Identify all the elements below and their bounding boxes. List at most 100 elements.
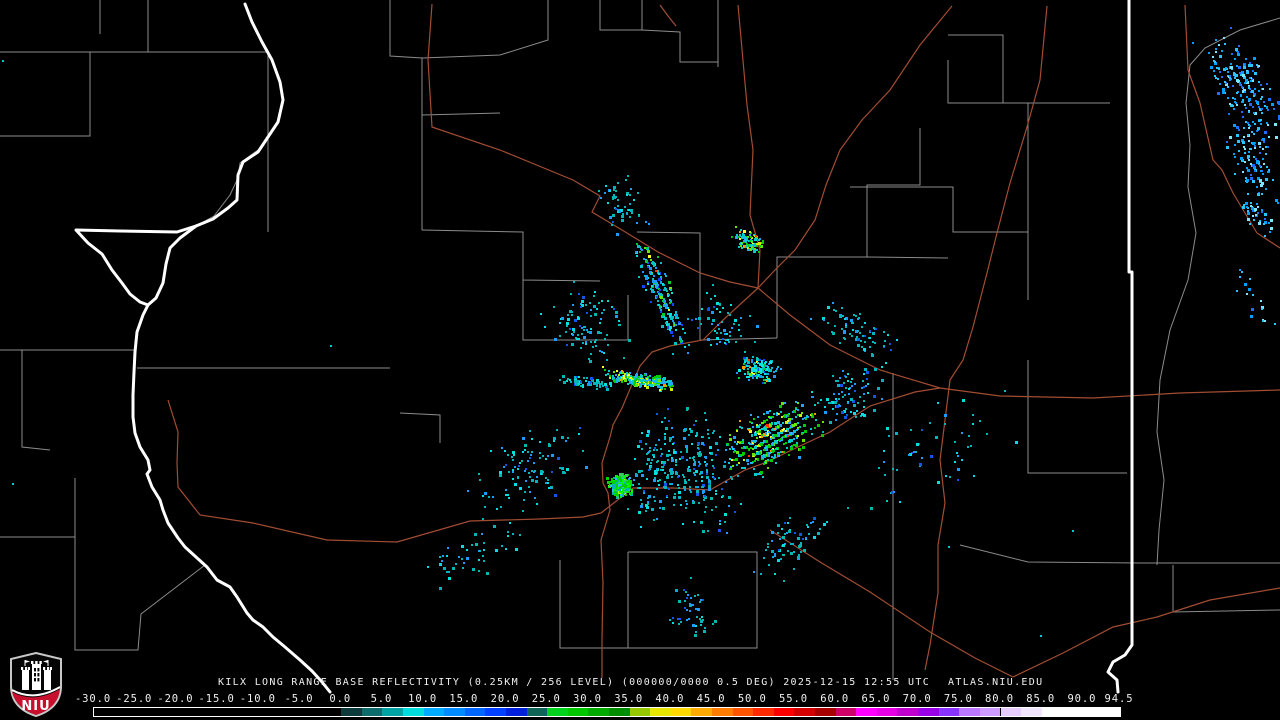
colorbar-segment [815, 708, 836, 716]
echo-cluster [606, 473, 633, 499]
colorbar-label: -25.0 [116, 693, 153, 705]
colorbar-segment [629, 708, 651, 716]
echo-cluster [656, 407, 742, 534]
county-boundary [421, 229, 601, 282]
highway-line [659, 4, 677, 27]
colorbar-segment [547, 708, 568, 716]
colorbar-segment [835, 708, 857, 716]
highway-line [769, 529, 1014, 678]
colorbar-segment [753, 708, 774, 716]
colorbar-label: -30.0 [74, 693, 112, 705]
colorbar-segment [732, 708, 754, 716]
county-boundary [90, 0, 149, 53]
colorbar-segment [361, 708, 383, 716]
colorbar-label: 80.0 [985, 693, 1014, 705]
colorbar-segment [1000, 708, 1022, 716]
echo-cluster [467, 427, 588, 524]
colorbar-label: 30.0 [573, 693, 602, 705]
echo-cluster [847, 390, 1018, 510]
echo-cluster [1236, 269, 1276, 325]
echo-cluster [753, 517, 828, 582]
county-boundary [0, 51, 91, 137]
colorbar-segment [959, 708, 980, 716]
echo-speck [700, 624, 702, 626]
colorbar-label: 50.0 [737, 693, 767, 705]
county-boundary [641, 29, 718, 63]
colorbar-segment [1021, 708, 1042, 716]
county-boundary [421, 0, 549, 59]
colorbar-segment [444, 708, 465, 716]
colorbar-label: 94.5 [1104, 693, 1134, 705]
colorbar-label: 70.0 [902, 693, 932, 705]
colorbar-label: 0.0 [329, 693, 352, 705]
colorbar-segment [773, 708, 795, 716]
county-boundary [1027, 360, 1127, 474]
echo-cluster [627, 417, 691, 528]
colorbar-label: -20.0 [157, 693, 194, 705]
colorbar-segment [609, 708, 630, 716]
colorbar-segment [485, 708, 507, 716]
colorbar-label: 10.0 [408, 693, 438, 705]
state-border-line [146, 224, 198, 307]
colorbar-label: 35.0 [614, 693, 644, 705]
echo-speck [330, 345, 332, 347]
colorbar-segment [506, 708, 527, 716]
colorbar-label: -10.0 [239, 693, 276, 705]
echo-speck [886, 500, 888, 502]
echo-cluster [559, 375, 612, 391]
colorbar-segment [382, 708, 404, 716]
echo-speck [2, 60, 4, 62]
radar-map [0, 0, 1280, 694]
county-boundary [522, 280, 629, 341]
colorbar-segment [464, 708, 486, 716]
colorbar-segment [1062, 708, 1083, 716]
county-boundary [21, 350, 51, 451]
highway-line [167, 399, 602, 543]
highway-line [1184, 4, 1280, 249]
colorbar-segment [856, 708, 877, 716]
county-boundary [947, 60, 1110, 104]
colorbar-label: 20.0 [490, 693, 520, 705]
echo-cluster [635, 243, 690, 355]
colorbar-segment [876, 708, 898, 716]
colorbar-segment [712, 708, 733, 716]
echo-speck [1072, 530, 1074, 532]
county-boundary [599, 0, 643, 31]
colorbar-label: 15.0 [449, 693, 479, 705]
colorbar-segment [794, 708, 816, 716]
colorbar-segment [341, 708, 362, 716]
radar-app: NIU KILX LONG RANGE BASE REFLECTIVITY (0… [0, 0, 1280, 720]
colorbar-segment [650, 708, 671, 716]
colorbar-segment [670, 708, 692, 716]
colorbar-label: -15.0 [198, 693, 235, 705]
colorbar-segment [897, 708, 919, 716]
colorbar-segment [691, 708, 713, 716]
colorbar-segment [938, 708, 960, 716]
echo-cluster [810, 302, 898, 364]
colorbar-segment [1082, 708, 1104, 716]
echo-speck [948, 546, 950, 548]
echo-speck [1040, 635, 1042, 637]
county-boundary [177, 149, 259, 232]
colorbar-label: 5.0 [370, 693, 393, 705]
niu-logo: NIU [10, 652, 62, 718]
reflectivity-colorbar [93, 707, 1121, 717]
county-boundary [776, 128, 921, 338]
colorbar-segment [918, 708, 939, 716]
echo-cluster [669, 577, 717, 637]
county-boundary [866, 256, 949, 259]
colorbar-label: 45.0 [696, 693, 726, 705]
county-boundary [389, 0, 423, 230]
colorbar-label: 40.0 [655, 693, 685, 705]
colorbar-label: 60.0 [820, 693, 850, 705]
echo-cluster [731, 226, 764, 253]
county-boundary [1172, 565, 1280, 613]
echo-cluster [736, 351, 782, 384]
colorbar-label: 25.0 [531, 693, 561, 705]
caption-text: KILX LONG RANGE BASE REFLECTIVITY (0.25K… [218, 677, 931, 688]
county-boundary [148, 51, 269, 232]
roads-layer [167, 3, 1280, 678]
reflectivity-echo-layer [2, 27, 1280, 637]
echo-speck [12, 483, 14, 485]
echo-cluster [687, 284, 759, 346]
